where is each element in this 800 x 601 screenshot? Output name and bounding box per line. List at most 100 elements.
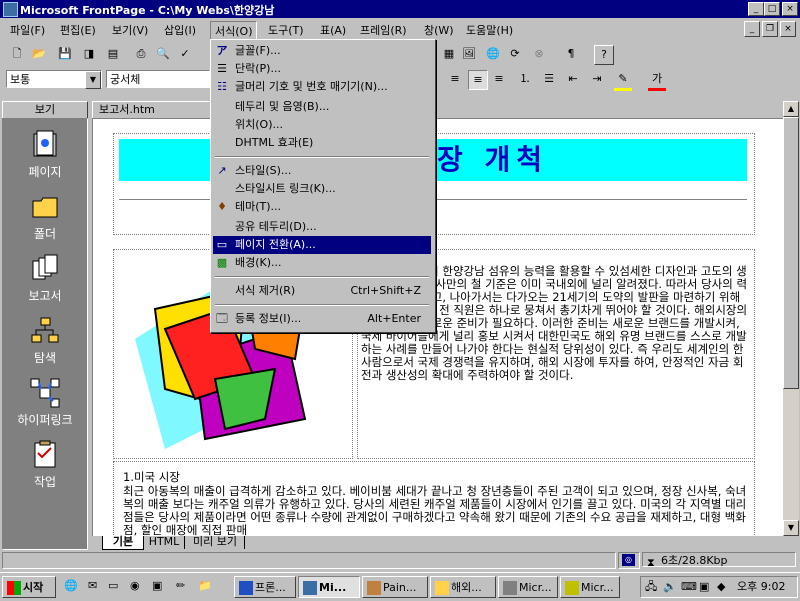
show-all-icon[interactable]: ¶ bbox=[562, 45, 580, 63]
view-reports[interactable]: 보고서 bbox=[3, 253, 87, 304]
highlight-icon[interactable]: ✎ bbox=[614, 70, 632, 91]
menu-item-page-transition[interactable]: ▭ 페이지 전환(A)... bbox=[213, 236, 431, 254]
menu-item-background[interactable]: ▩ 배경(K)... bbox=[213, 254, 431, 272]
paint-quicklaunch-icon[interactable]: ✏ bbox=[176, 579, 185, 592]
task-paint[interactable]: Pain... bbox=[362, 576, 428, 598]
view-folders-label: 폴더 bbox=[33, 227, 57, 241]
menu-item-shared-borders[interactable]: 공유 테두리(D)... bbox=[213, 218, 431, 236]
chevron-down-icon[interactable]: ▼ bbox=[85, 71, 101, 89]
tab-normal[interactable]: 기본 bbox=[102, 536, 144, 550]
close-button[interactable]: × bbox=[782, 2, 798, 16]
insert-table-icon[interactable]: ▦ bbox=[440, 45, 458, 63]
doc-close-icon[interactable]: × bbox=[780, 21, 796, 37]
tray-ime-icon[interactable]: ⌨ bbox=[681, 577, 697, 597]
menu-tools[interactable]: 도구(T) bbox=[264, 21, 308, 39]
print-icon[interactable]: ⎙ bbox=[132, 45, 150, 63]
section-heading[interactable]: 1.미국 시장 bbox=[123, 471, 749, 484]
refresh-icon[interactable]: ⟳ bbox=[506, 45, 524, 63]
menu-item-properties[interactable]: 🗔 등록 정보(I)... Alt+Enter bbox=[213, 310, 431, 328]
menu-item-style[interactable]: ↗ 스타일(S)... bbox=[213, 162, 431, 180]
scroll-up-icon[interactable]: ▲ bbox=[783, 101, 799, 117]
view-hyperlinks[interactable]: 하이퍼링크 bbox=[3, 377, 87, 428]
style-combo[interactable]: 보통 ▼ bbox=[6, 70, 102, 89]
menu-item-theme[interactable]: ♦ 테마(T)... bbox=[213, 198, 431, 216]
reports-icon bbox=[32, 254, 58, 280]
tray-network-icon[interactable]: 🖧 bbox=[645, 577, 657, 597]
open-folder-icon[interactable]: 📂 bbox=[30, 45, 48, 63]
tray-app-icon[interactable]: ◆ bbox=[717, 577, 725, 597]
align-right-icon[interactable]: ≡ bbox=[490, 70, 508, 88]
decrease-indent-icon[interactable]: ⇤ bbox=[564, 70, 582, 88]
view-page[interactable]: 페이지 bbox=[3, 129, 87, 180]
bullets-icon[interactable]: ☰ bbox=[540, 70, 558, 88]
ie-quicklaunch-icon[interactable]: 🌐 bbox=[64, 579, 78, 592]
tray-volume-icon[interactable]: 🔊 bbox=[663, 577, 677, 597]
menu-help[interactable]: 도움말(H) bbox=[462, 21, 517, 39]
task-microsoft-1[interactable]: Micr... bbox=[498, 576, 558, 598]
insert-picture-icon[interactable]: 🖼 bbox=[460, 45, 478, 63]
menu-item-stylesheet-links[interactable]: 스타일시트 링크(K)... bbox=[213, 180, 431, 198]
align-left-icon[interactable]: ≡ bbox=[446, 70, 464, 88]
menu-item-bullets-numbering[interactable]: ☷ 글머리 기호 및 번호 매기기(N)... bbox=[213, 78, 431, 96]
banner-text: 장 개척 bbox=[437, 143, 549, 176]
section-paragraph[interactable]: 최근 아동복의 매출이 급격하게 감소하고 있다. 베이비붐 세대가 끝나고 청… bbox=[123, 485, 749, 537]
download-time-text: 6초/28.8Kbp bbox=[661, 554, 728, 567]
stop-icon[interactable]: ⊗ bbox=[530, 45, 548, 63]
print-preview-icon[interactable]: ▤ bbox=[104, 45, 122, 63]
powerpoint-quicklaunch-icon[interactable]: ▣ bbox=[152, 579, 162, 592]
app-icon bbox=[565, 581, 579, 595]
doc-restore-icon[interactable]: ❐ bbox=[762, 21, 778, 37]
maximize-button[interactable]: □ bbox=[764, 2, 780, 16]
vertical-scrollbar[interactable]: ▲ ▼ bbox=[783, 101, 799, 536]
menu-file[interactable]: 파일(F) bbox=[6, 21, 49, 39]
channels-quicklaunch-icon[interactable]: ◉ bbox=[130, 579, 140, 592]
menu-format[interactable]: 서식(O) bbox=[210, 21, 258, 41]
desktop-quicklaunch-icon[interactable]: ▭ bbox=[108, 579, 118, 592]
spelling-icon[interactable]: ✓ bbox=[176, 45, 194, 63]
align-center-icon[interactable]: ≡ bbox=[468, 70, 488, 90]
task-microsoft-2[interactable]: Micr... bbox=[560, 576, 620, 598]
preview-icon[interactable]: 🔍 bbox=[154, 45, 172, 63]
menu-item-remove-formatting[interactable]: 서식 제거(R) Ctrl+Shift+Z bbox=[213, 282, 431, 300]
help-icon[interactable]: ? bbox=[594, 45, 614, 65]
menu-item-borders-shading[interactable]: 테두리 및 음영(B)... bbox=[213, 98, 431, 116]
hyperlink-icon[interactable]: 🌐 bbox=[484, 45, 502, 63]
font-combo[interactable]: 궁서체 bbox=[106, 70, 210, 88]
task-overseas[interactable]: 해외... bbox=[430, 576, 496, 598]
tray-monitor-icon[interactable]: ▣ bbox=[699, 577, 709, 597]
menu-item-dhtml-effects[interactable]: DHTML 효과(E) bbox=[213, 134, 431, 152]
tab-html[interactable]: HTML bbox=[144, 536, 185, 549]
web-icon[interactable]: ◨ bbox=[80, 45, 98, 63]
task-microsoft-frontpage[interactable]: Mi... bbox=[298, 576, 360, 598]
menu-frames[interactable]: 프레임(R) bbox=[356, 21, 411, 39]
font-color-icon[interactable]: 가 bbox=[648, 70, 666, 91]
clock[interactable]: 오후 9:02 bbox=[737, 577, 785, 597]
page-editor[interactable]: 장 개척 아직까지도 우리 한양강남 섬유의 능력을 활용할 수 있섬세한 디자… bbox=[92, 118, 784, 538]
view-navigation[interactable]: 탐색 bbox=[3, 315, 87, 366]
menu-item-font[interactable]: ア 글꼴(F)... bbox=[213, 42, 431, 60]
outlook-quicklaunch-icon[interactable]: ✉ bbox=[88, 579, 97, 592]
title-bar[interactable]: Microsoft FrontPage - C:\My Webs\한양강남 _ … bbox=[0, 0, 800, 18]
menu-table[interactable]: 표(A) bbox=[316, 21, 350, 39]
start-button[interactable]: 시작 bbox=[2, 576, 56, 598]
explorer-quicklaunch-icon[interactable]: 📁 bbox=[198, 579, 212, 592]
task-frontpage-doc[interactable]: 프론... bbox=[234, 576, 296, 598]
menu-window[interactable]: 창(W) bbox=[420, 21, 458, 39]
menu-view[interactable]: 보기(V) bbox=[108, 21, 152, 39]
doc-minimize-icon[interactable]: _ bbox=[744, 21, 760, 37]
scroll-down-icon[interactable]: ▼ bbox=[783, 520, 799, 536]
menu-insert[interactable]: 삽입(I) bbox=[160, 21, 200, 39]
menu-edit[interactable]: 편집(E) bbox=[56, 21, 100, 39]
menu-item-position[interactable]: 위치(O)... bbox=[213, 116, 431, 134]
scroll-thumb[interactable] bbox=[783, 117, 799, 389]
frontpage-app-icon[interactable] bbox=[3, 2, 18, 17]
new-page-icon[interactable]: 🗋 bbox=[8, 45, 26, 63]
menu-item-paragraph[interactable]: ☰ 단락(P)... bbox=[213, 60, 431, 78]
view-folders[interactable]: 폴더 bbox=[3, 191, 87, 242]
numbering-icon[interactable]: ⒈ bbox=[516, 70, 534, 88]
minimize-button[interactable]: _ bbox=[748, 2, 764, 16]
save-icon[interactable]: 💾 bbox=[56, 45, 74, 63]
view-tasks[interactable]: 작업 bbox=[3, 439, 87, 490]
tab-preview[interactable]: 미리 보기 bbox=[186, 536, 245, 549]
increase-indent-icon[interactable]: ⇥ bbox=[588, 70, 606, 88]
